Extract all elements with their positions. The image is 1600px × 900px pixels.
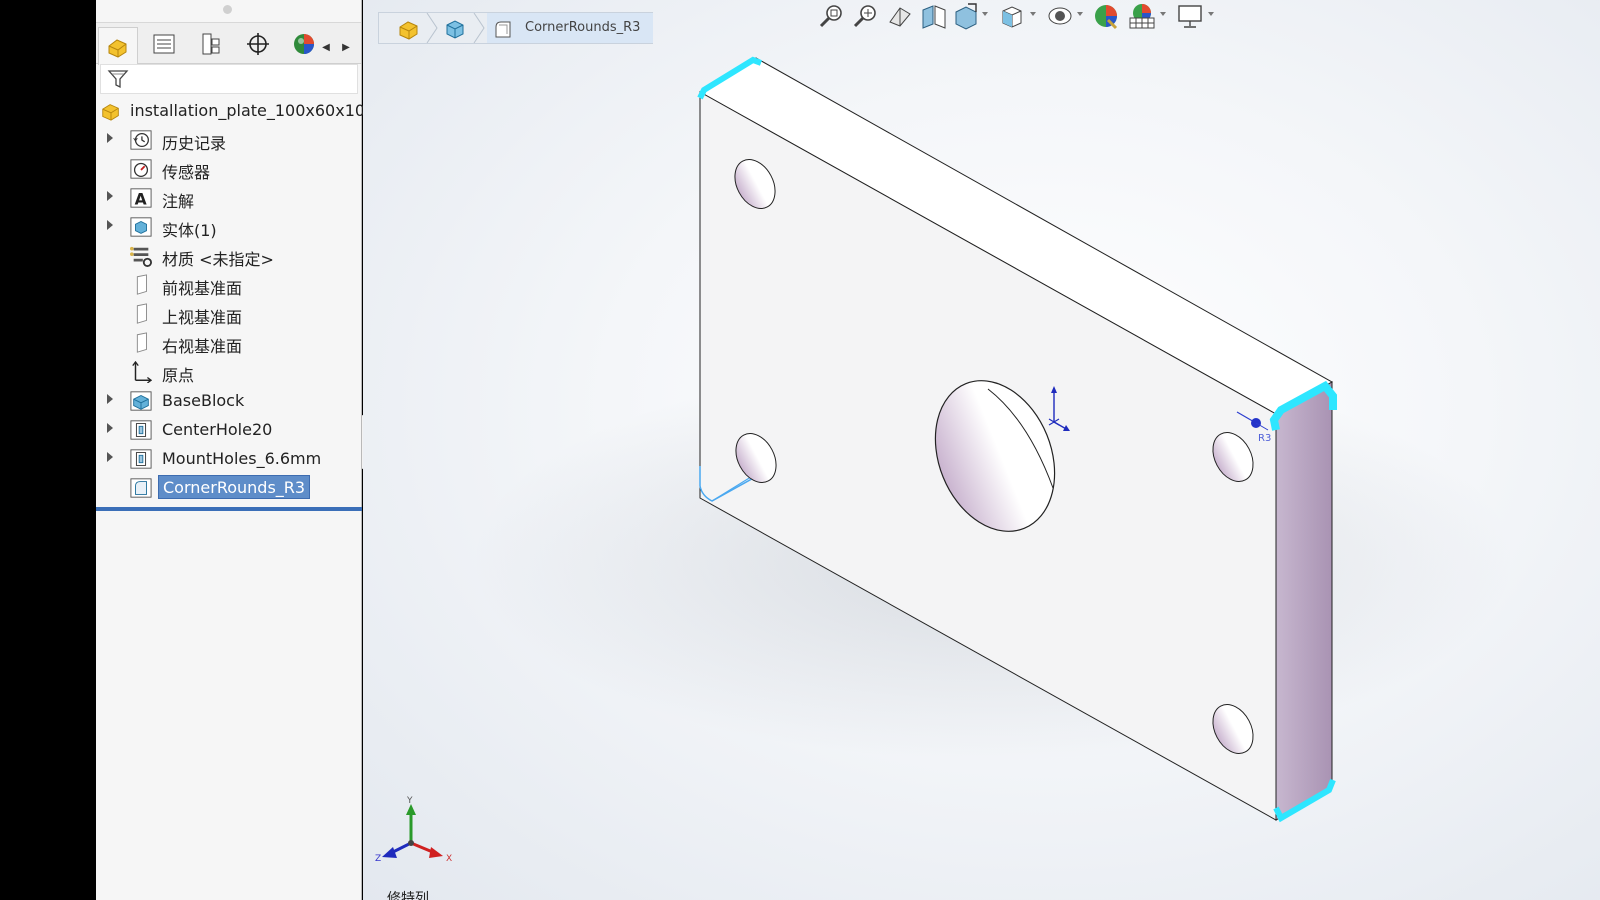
tree-item-label: 上视基准面	[162, 308, 243, 327]
part-tree-icon	[108, 38, 127, 58]
tabs-scroll-right[interactable]: ▶	[337, 37, 355, 57]
svg-text:A: A	[135, 190, 147, 208]
configuration-icon	[202, 33, 220, 55]
tree-item-origin[interactable]: 原点	[96, 357, 362, 386]
tree-item-label: 历史记录	[162, 134, 227, 153]
tree-item-history[interactable]: 历史记录	[96, 125, 362, 154]
fillet-callout-label: R3	[1258, 433, 1271, 444]
tree-item-right-plane[interactable]: 右视基准面	[96, 328, 362, 357]
filter-icon[interactable]	[106, 67, 130, 91]
triad-z-label: Z	[375, 854, 381, 864]
extrude-icon	[130, 391, 152, 411]
tree-item-label: MountHoles_6.6mm	[162, 449, 322, 468]
tree-item-centerhole[interactable]: CenterHole20	[96, 415, 362, 444]
tree-item-label: 传感器	[162, 163, 211, 182]
tree-filter-bar[interactable]	[100, 64, 358, 94]
tree-item-label: 前视基准面	[162, 279, 243, 298]
annotation-icon: A	[130, 188, 152, 208]
material-icon	[130, 246, 152, 267]
tree-item-label: 右视基准面	[162, 337, 243, 356]
graphics-viewport[interactable]: CornerRounds_R3 R3 Y X Z 修特列	[363, 0, 1600, 900]
tree-item-material[interactable]: 材质 <未指定>	[96, 241, 362, 270]
tree-item-top-plane[interactable]: 上视基准面	[96, 299, 362, 328]
expand-arrow-icon[interactable]	[107, 394, 113, 404]
history-icon	[130, 130, 152, 150]
expand-arrow-icon[interactable]	[107, 191, 113, 201]
expand-arrow-icon[interactable]	[107, 220, 113, 230]
tree-item-solid-bodies[interactable]: 实体(1)	[96, 212, 362, 241]
triad-x-label: X	[446, 854, 452, 864]
tabs-scroll-left[interactable]: ◀	[317, 37, 335, 57]
appearance-globe-icon	[294, 34, 314, 54]
plane-icon	[136, 332, 147, 353]
tree-item-front-plane[interactable]: 前视基准面	[96, 270, 362, 299]
screen-border-left	[0, 0, 96, 900]
expand-arrow-icon[interactable]	[107, 452, 113, 462]
part-icon	[102, 104, 119, 121]
property-list-icon	[153, 34, 175, 54]
expand-arrow-icon[interactable]	[107, 423, 113, 433]
tree-item-label: 原点	[162, 366, 195, 385]
origin-icon	[132, 361, 152, 383]
cut-icon	[130, 449, 152, 469]
tree-item-baseblock[interactable]: BaseBlock	[96, 386, 362, 415]
plane-icon	[136, 303, 147, 324]
tab-configuration-manager[interactable]	[191, 27, 231, 61]
reference-triad: Y X Z	[375, 796, 452, 864]
tab-property-manager[interactable]	[144, 27, 184, 61]
tree-item-label: CornerRounds_R3	[158, 475, 311, 499]
triad-y-label: Y	[406, 796, 413, 806]
sensor-icon	[130, 159, 152, 179]
solid-body-icon	[130, 217, 152, 237]
tree-item-label: CenterHole20	[162, 420, 273, 439]
partial-status-text: 修特列	[387, 891, 429, 900]
expand-arrow-icon[interactable]	[107, 133, 113, 143]
fillet-icon	[130, 478, 152, 498]
plane-icon	[136, 274, 147, 295]
right-side-face[interactable]	[1275, 381, 1333, 821]
model-graphics[interactable]: R3	[363, 0, 1600, 900]
tab-feature-tree[interactable]	[98, 27, 138, 65]
feature-manager-tabs: ◀ ▶	[96, 22, 361, 65]
crosshair-icon	[247, 33, 269, 55]
tree-item-label: 材质 <未指定>	[162, 250, 274, 269]
tree-item-sensors[interactable]: 传感器	[96, 154, 362, 183]
tree-item-mountholes[interactable]: MountHoles_6.6mm	[96, 444, 362, 473]
panel-grip[interactable]	[223, 5, 232, 14]
tree-root[interactable]: installation_plate_100x60x10	[96, 96, 366, 125]
tree-item-label: BaseBlock	[162, 391, 245, 410]
selection-underline	[96, 507, 362, 511]
tree-item-annotations[interactable]: A 注解	[96, 183, 362, 212]
tree-root-label: installation_plate_100x60x10	[130, 101, 366, 120]
tree-item-cornerrounds[interactable]: CornerRounds_R3	[96, 473, 362, 502]
tab-dimxpert-manager[interactable]	[238, 27, 278, 61]
feature-manager-panel: ◀ ▶ installation_plate_100x60x10 历史记录 传感…	[96, 0, 366, 900]
tree-item-label: 实体(1)	[162, 221, 217, 240]
tree-item-label: 注解	[162, 192, 195, 211]
cut-icon	[130, 420, 152, 440]
